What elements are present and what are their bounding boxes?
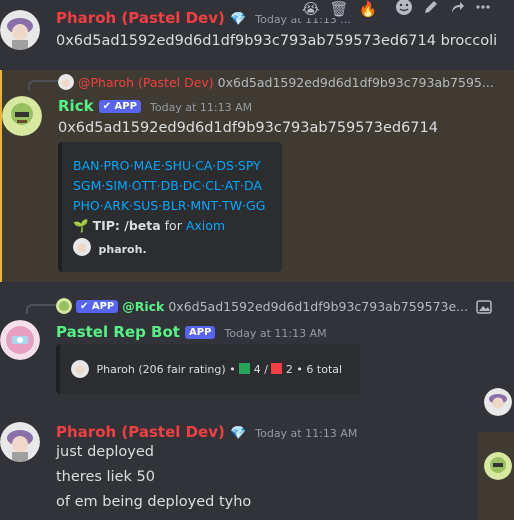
sprout-icon: 🌱 <box>73 218 89 233</box>
avatar[interactable] <box>0 10 40 50</box>
edit-icon[interactable] <box>423 0 439 19</box>
role-icon: 💎 <box>229 12 247 27</box>
reply-text: 0x6d5ad1592ed9d6d1df9b93c793ab7595... <box>217 75 494 90</box>
timestamp: Today at 11:13 AM <box>255 427 358 440</box>
timestamp: Today at 11:13 AM <box>224 327 327 340</box>
message-2: @Pharoh (Pastel Dev) 0x6d5ad1592ed9d6d1d… <box>0 70 514 282</box>
message-text: theres liek 50 <box>56 469 155 485</box>
total-count: 6 total <box>306 363 343 376</box>
message-3: ✔ APP @Rick 0x6d5ad1592ed9d6d1df9b93c793… <box>0 294 514 400</box>
username[interactable]: Pastel Rep Bot <box>56 323 180 341</box>
message-toolbar: 😭 🗑 🔥 <box>292 0 514 18</box>
side-panel <box>478 380 514 520</box>
timestamp: Today at 11:13 AM <box>150 101 253 114</box>
avatar[interactable] <box>2 96 42 136</box>
footer-avatar <box>73 238 91 256</box>
tip-label: TIP: /beta <box>92 218 161 233</box>
avatar[interactable] <box>484 388 512 416</box>
negative-count: 2 <box>285 363 293 376</box>
reply-text: 0x6d5ad1592ed9d6d1df9b93c793ab759573e... <box>168 299 469 314</box>
message-text: 0x6d5ad1592ed9d6d1df9b93c793ab759573ed67… <box>58 120 438 136</box>
embed: Pharoh (206 fair rating) • 4 / 2 • 6 tot… <box>56 344 360 394</box>
message-text: just deployed <box>56 444 155 460</box>
embed-footer: pharoh. <box>73 238 147 256</box>
positive-count: 4 <box>253 363 261 376</box>
avatar[interactable] <box>0 320 40 360</box>
message-text: 0x6d5ad1592ed9d6d1df9b93c793ab759573ed67… <box>56 33 498 49</box>
reply-avatar <box>58 74 74 90</box>
reply-preview[interactable]: @Pharoh (Pastel Dev) 0x6d5ad1592ed9d6d1d… <box>58 74 494 90</box>
reply-mention[interactable]: @Pharoh (Pastel Dev) <box>78 75 214 90</box>
tip-link[interactable]: Axiom <box>186 218 225 233</box>
app-badge: ✔ APP <box>75 300 119 313</box>
forward-icon[interactable] <box>449 0 465 19</box>
avatar[interactable] <box>0 422 40 462</box>
message-4: Pharoh (Pastel Dev) 💎 Today at 11:13 AM … <box>0 412 514 520</box>
reply-spine <box>28 80 58 90</box>
role-icon: 💎 <box>229 426 247 441</box>
embed: BAN·PRO·MAE·SHU·CA·DS·SPY SGM·SIM·OTT·DB… <box>58 142 282 272</box>
green-square-icon <box>239 363 251 374</box>
avatar[interactable] <box>484 452 512 480</box>
username[interactable]: Pharoh (Pastel Dev) <box>56 9 225 27</box>
username[interactable]: Pharoh (Pastel Dev) <box>56 423 225 441</box>
add-reaction-icon[interactable] <box>395 0 413 20</box>
reply-spine <box>26 304 56 314</box>
username[interactable]: Rick <box>58 97 94 115</box>
embed-link-line[interactable]: PHO·ARK·SUS·BLR·MNT·TW·GG <box>73 196 265 216</box>
embed-avatar <box>71 360 89 378</box>
app-badge: ✔ APP <box>98 100 141 113</box>
reaction-sob[interactable]: 😭 <box>302 0 320 18</box>
separator: • <box>229 363 236 376</box>
rating-text: Pharoh (206 fair rating) <box>96 363 226 376</box>
footer-text: pharoh. <box>98 243 147 256</box>
more-icon[interactable] <box>475 0 491 19</box>
reply-preview[interactable]: ✔ APP @Rick 0x6d5ad1592ed9d6d1df9b93c793… <box>56 298 492 318</box>
reply-mention[interactable]: @Rick <box>122 299 164 314</box>
red-square-icon <box>271 363 283 374</box>
slash: / <box>264 363 268 376</box>
embed-link-line[interactable]: BAN·PRO·MAE·SHU·CA·DS·SPY <box>73 156 265 176</box>
reaction-wastebasket[interactable]: 🗑 <box>330 0 349 18</box>
image-icon <box>476 299 492 318</box>
separator: • <box>296 363 303 376</box>
tip-for: for <box>164 218 182 233</box>
embed-link-line[interactable]: SGM·SIM·OTT·DB·DC·CL·AT·DA <box>73 176 265 196</box>
message-text: of em being deployed tyho <box>56 494 252 510</box>
reaction-fire[interactable]: 🔥 <box>359 0 378 18</box>
reply-avatar <box>56 298 72 314</box>
app-badge: APP <box>185 326 216 339</box>
